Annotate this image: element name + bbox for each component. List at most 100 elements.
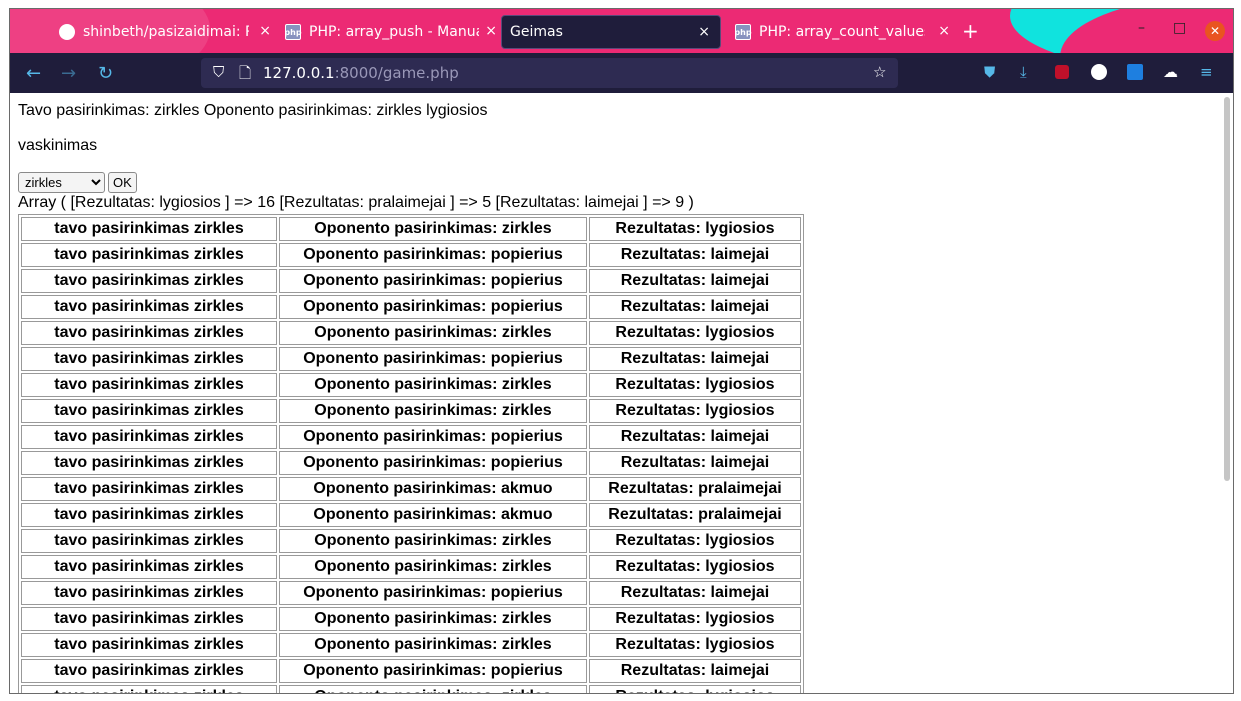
opponent-choice-cell: Oponento pasirinkimas: popierius	[279, 425, 587, 449]
player-choice-cell: tavo pasirinkimas zirkles	[21, 321, 277, 345]
extension-icon[interactable]: ☁	[1163, 63, 1178, 81]
player-choice-cell: tavo pasirinkimas zirkles	[21, 477, 277, 501]
maximize-button[interactable]: □	[1173, 20, 1186, 36]
result-cell: Rezultatas: lygiosios	[589, 217, 801, 241]
table-row: tavo pasirinkimas zirklesOponento pasiri…	[21, 659, 801, 683]
result-cell: Rezultatas: laimejai	[589, 425, 801, 449]
opponent-choice-cell: Oponento pasirinkimas: akmuo	[279, 477, 587, 501]
result-cell: Rezultatas: lygiosios	[589, 373, 801, 397]
table-row: tavo pasirinkimas zirklesOponento pasiri…	[21, 373, 801, 397]
player-choice-cell: tavo pasirinkimas zirkles	[21, 217, 277, 241]
result-cell: Rezultatas: lygiosios	[589, 685, 801, 693]
url-bar[interactable]: ⛉ 🗋 127.0.0.1:8000/game.php ☆	[201, 58, 898, 88]
opponent-choice-cell: Oponento pasirinkimas: zirkles	[279, 399, 587, 423]
result-cell: Rezultatas: laimejai	[589, 451, 801, 475]
result-line: Tavo pasirinkimas: zirkles Oponento pasi…	[18, 102, 488, 119]
menu-icon[interactable]: ≡	[1200, 63, 1213, 81]
result-cell: Rezultatas: lygiosios	[589, 607, 801, 631]
opponent-choice-cell: Oponento pasirinkimas: zirkles	[279, 321, 587, 345]
tab-php-array-count-values[interactable]: php PHP: array_count_values ×	[734, 15, 950, 49]
ok-button[interactable]: OK	[108, 172, 137, 193]
opponent-choice-cell: Oponento pasirinkimas: popierius	[279, 295, 587, 319]
minimize-button[interactable]: –	[1138, 20, 1145, 36]
pocket-icon[interactable]: ⛊	[984, 63, 995, 81]
page-icon[interactable]: 🗋	[239, 63, 251, 88]
result-cell: Rezultatas: laimejai	[589, 347, 801, 371]
tab-title: Geimas	[510, 24, 563, 40]
result-cell: Rezultatas: pralaimejai	[589, 503, 801, 527]
player-choice-cell: tavo pasirinkimas zirkles	[21, 607, 277, 631]
opponent-choice-cell: Oponento pasirinkimas: popierius	[279, 269, 587, 293]
page-content: Tavo pasirinkimas: zirkles Oponento pasi…	[10, 94, 1220, 693]
tab-geimas[interactable]: Geimas ×	[501, 15, 721, 49]
opponent-choice-cell: Oponento pasirinkimas: zirkles	[279, 217, 587, 241]
tab-title: PHP: array_count_values	[759, 24, 925, 40]
download-icon[interactable]: ⤓	[1020, 63, 1027, 81]
opponent-choice-cell: Oponento pasirinkimas: zirkles	[279, 607, 587, 631]
player-choice-cell: tavo pasirinkimas zirkles	[21, 451, 277, 475]
url-text[interactable]: 127.0.0.1:8000/game.php	[263, 64, 459, 82]
array-summary: Array ( [Rezultatas: lygiosios ] => 16 […	[18, 194, 694, 211]
s-square-extension-icon[interactable]	[1127, 64, 1143, 80]
table-row: tavo pasirinkimas zirklesOponento pasiri…	[21, 321, 801, 345]
player-choice-cell: tavo pasirinkimas zirkles	[21, 243, 277, 267]
player-choice-cell: tavo pasirinkimas zirkles	[21, 347, 277, 371]
player-choice-cell: tavo pasirinkimas zirkles	[21, 399, 277, 423]
tab-title: PHP: array_push - Manual	[309, 24, 479, 40]
player-choice-cell: tavo pasirinkimas zirkles	[21, 555, 277, 579]
tab-title: shinbeth/pasizaidimai: Pl	[83, 24, 249, 40]
result-cell: Rezultatas: lygiosios	[589, 555, 801, 579]
close-window-button[interactable]: ✕	[1205, 21, 1225, 41]
opponent-choice-cell: Oponento pasirinkimas: zirkles	[279, 373, 587, 397]
opponent-choice-cell: Oponento pasirinkimas: popierius	[279, 581, 587, 605]
opponent-choice-cell: Oponento pasirinkimas: zirkles	[279, 633, 587, 657]
results-table: tavo pasirinkimas zirkles Oponento pasiri…	[18, 214, 804, 693]
opponent-choice-cell: Oponento pasirinkimas: zirkles	[279, 529, 587, 553]
tab-github[interactable]: shinbeth/pasizaidimai: Pl ×	[59, 15, 271, 49]
ublock-icon[interactable]	[1055, 65, 1069, 79]
result-cell: Rezultatas: lygiosios	[589, 529, 801, 553]
php-icon: php	[284, 24, 302, 40]
table-row: tavo pasirinkimas zirklesOponento pasiri…	[21, 425, 801, 449]
choice-form: zirkles OK	[18, 172, 137, 193]
player-choice-cell: tavo pasirinkimas zirkles	[21, 425, 277, 449]
result-cell: Rezultatas: laimejai	[589, 659, 801, 683]
php-icon: php	[734, 24, 752, 40]
player-choice-cell: tavo pasirinkimas zirkles	[21, 529, 277, 553]
player-choice-cell: tavo pasirinkimas zirkles	[21, 373, 277, 397]
reload-button[interactable]: ↻	[98, 63, 113, 84]
tab-close-icon[interactable]: ×	[485, 23, 497, 39]
result-cell: Rezultatas: pralaimejai	[589, 477, 801, 501]
tab-close-icon[interactable]: ×	[259, 23, 271, 39]
result-cell: Rezultatas: laimejai	[589, 581, 801, 605]
result-cell: Rezultatas: lygiosios	[589, 399, 801, 423]
table-row: tavo pasirinkimas zirklesOponento pasiri…	[21, 529, 801, 553]
bookmark-star-icon[interactable]: ☆	[873, 63, 886, 81]
table-row: tavo pasirinkimas zirklesOponento pasiri…	[21, 347, 801, 371]
result-cell: Rezultatas: laimejai	[589, 295, 801, 319]
back-button[interactable]: ←	[26, 63, 41, 84]
opponent-choice-cell: Oponento pasirinkimas: akmuo	[279, 503, 587, 527]
tab-close-icon[interactable]: ×	[698, 24, 710, 40]
tab-bar: shinbeth/pasizaidimai: Pl × php PHP: arr…	[10, 9, 1233, 53]
player-choice-cell: tavo pasirinkimas zirkles	[21, 581, 277, 605]
forward-button[interactable]: →	[61, 63, 76, 84]
new-tab-button[interactable]: +	[962, 19, 979, 43]
table-row: tavo pasirinkimas zirklesOponento pasiri…	[21, 685, 801, 693]
table-row: tavo pasirinkimas zirklesOponento pasiri…	[21, 451, 801, 475]
opponent-choice-cell: Oponento pasirinkimas: popierius	[279, 243, 587, 267]
choice-select[interactable]: zirkles	[18, 172, 105, 193]
player-choice-cell: tavo pasirinkimas zirkles	[21, 659, 277, 683]
s-extension-icon[interactable]	[1091, 64, 1107, 80]
shield-icon[interactable]: ⛉	[213, 63, 224, 81]
table-row: tavo pasirinkimas zirklesOponento pasiri…	[21, 477, 801, 501]
table-row: tavo pasirinkimas zirklesOponento pasiri…	[21, 399, 801, 423]
scrollbar-thumb[interactable]	[1224, 97, 1230, 481]
table-row: tavo pasirinkimas zirklesOponento pasiri…	[21, 295, 801, 319]
table-row: tavo pasirinkimas zirklesOponento pasiri…	[21, 633, 801, 657]
tab-php-array-push[interactable]: php PHP: array_push - Manual ×	[284, 15, 497, 49]
table-row: tavo pasirinkimas zirklesOponento pasiri…	[21, 607, 801, 631]
result-cell: Rezultatas: lygiosios	[589, 633, 801, 657]
opponent-choice-cell: Oponento pasirinkimas: popierius	[279, 451, 587, 475]
tab-close-icon[interactable]: ×	[938, 23, 950, 39]
